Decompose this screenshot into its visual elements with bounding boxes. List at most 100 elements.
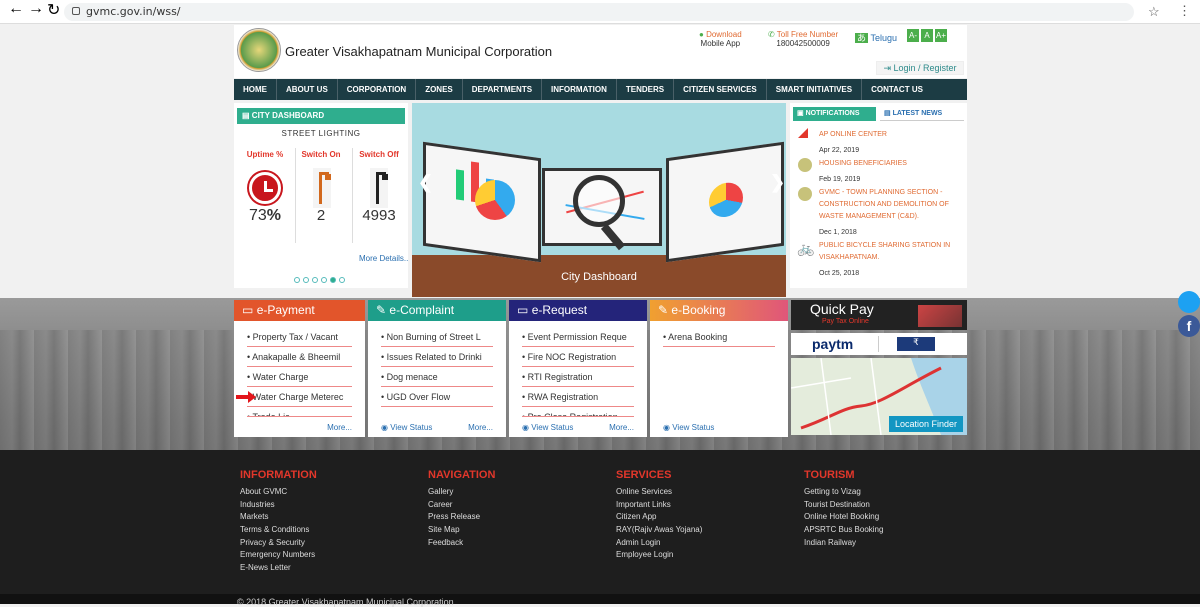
list-item[interactable]: Trade Lic — [247, 407, 352, 417]
facebook-icon[interactable]: f — [1178, 315, 1200, 337]
list-item[interactable]: Water Charge — [247, 367, 352, 387]
footer-link[interactable]: Important Links — [616, 500, 702, 513]
menu-tenders[interactable]: TENDERS — [617, 79, 675, 100]
list-item[interactable]: Pre Close Registration — [522, 407, 634, 417]
footer-link[interactable]: Career — [428, 500, 495, 513]
gvmc-icon — [798, 187, 812, 201]
download-app-link[interactable]: ● Download Mobile App — [699, 30, 742, 48]
font-decrease-button[interactable]: A- — [907, 29, 919, 42]
menu-contact-us[interactable]: CONTACT US — [862, 79, 932, 100]
view-status-label: View Status — [672, 423, 715, 432]
carousel-dot-6[interactable] — [339, 277, 345, 283]
font-normal-button[interactable]: A — [921, 29, 933, 42]
footer-link[interactable]: Getting to Vizag — [804, 487, 883, 500]
menu-zones[interactable]: ZONES — [416, 79, 463, 100]
list-item[interactable]: Arena Booking — [663, 327, 775, 347]
menu-departments[interactable]: DEPARTMENTS — [463, 79, 543, 100]
list-item[interactable]: Fire NOC Registration — [522, 347, 634, 367]
url-text[interactable]: gvmc.gov.in/wss/ — [86, 5, 181, 18]
footer-link[interactable]: Admin Login — [616, 538, 702, 551]
list-item[interactable]: UGD Over Flow — [381, 387, 493, 407]
view-status-label: View Status — [531, 423, 574, 432]
menu-smart-initiatives[interactable]: SMART INITIATIVES — [767, 79, 863, 100]
footer-tourism: TOURISM Getting to Vizag Tourist Destina… — [804, 469, 883, 550]
footer-link[interactable]: RAY(Rajiv Awas Yojana) — [616, 525, 702, 538]
footer-link[interactable]: Press Release — [428, 512, 495, 525]
street-light-off-icon — [370, 168, 388, 208]
footer-link[interactable]: Citizen App — [616, 512, 702, 525]
toll-number: 180042500009 — [776, 39, 830, 48]
star-icon[interactable]: ☆ — [1148, 4, 1160, 20]
tab-notifications[interactable]: ▣ NOTIFICATIONS — [793, 107, 876, 121]
carousel-dot-1[interactable] — [294, 277, 300, 283]
more-link[interactable]: More... — [468, 423, 493, 432]
footer-link[interactable]: Site Map — [428, 525, 495, 538]
more-link[interactable]: More... — [327, 423, 352, 432]
erequest-header[interactable]: ▭ e-Request — [509, 300, 647, 321]
credit-card-icon: ▭ — [242, 303, 254, 317]
list-item[interactable]: Issues Related to Drinki — [381, 347, 493, 367]
footer-link[interactable]: Employee Login — [616, 550, 702, 563]
footer-heading: SERVICES — [616, 469, 672, 481]
footer-link[interactable]: E-News Letter — [240, 563, 317, 576]
footer-link[interactable]: Markets — [240, 512, 317, 525]
more-link[interactable]: More... — [609, 423, 634, 432]
footer-link[interactable]: Tourist Destination — [804, 500, 883, 513]
view-status-link[interactable]: ◉ View Status — [522, 423, 573, 432]
ebooking-card: ✎ e-Booking Arena Booking ◉ View Status — [650, 300, 788, 437]
menu-kebab-icon[interactable]: ⋮ — [1178, 3, 1191, 19]
list-item[interactable]: Property Tax / Vacant — [247, 327, 352, 347]
language-toggle[interactable]: あ Telugu — [855, 31, 897, 44]
footer-link[interactable]: Feedback — [428, 538, 495, 551]
view-status-link[interactable]: ◉ View Status — [381, 423, 432, 432]
twitter-icon[interactable] — [1178, 291, 1200, 313]
footer-link[interactable]: About GVMC — [240, 487, 317, 500]
list-item[interactable]: Event Permission Reque — [522, 327, 634, 347]
list-item[interactable]: Non Burning of Street L — [381, 327, 493, 347]
list-item[interactable]: Dog menace — [381, 367, 493, 387]
footer-link[interactable]: Online Services — [616, 487, 702, 500]
carousel-dot-3[interactable] — [312, 277, 318, 283]
font-increase-button[interactable]: A+ — [935, 29, 947, 42]
carousel-dot-2[interactable] — [303, 277, 309, 283]
gvmc-logo[interactable] — [237, 28, 281, 72]
list-item[interactable]: Anakapalle & Bheemil — [247, 347, 352, 367]
location-finder-button[interactable]: Location Finder — [889, 416, 963, 432]
menu-information[interactable]: INFORMATION — [542, 79, 617, 100]
footer-link[interactable]: Privacy & Security — [240, 538, 317, 551]
ecomplaint-header[interactable]: ✎ e-Complaint — [368, 300, 506, 321]
epayment-header[interactable]: ▭ e-Payment — [234, 300, 365, 321]
notification-title[interactable]: HOUSING BENEFICIARIES — [819, 158, 959, 170]
list-item[interactable]: RWA Registration — [522, 387, 634, 407]
footer-link[interactable]: Gallery — [428, 487, 495, 500]
reload-icon[interactable]: ↻ — [47, 0, 60, 20]
carousel-next-icon[interactable]: ❯ — [770, 172, 785, 193]
carousel-dot-5[interactable] — [330, 277, 336, 283]
ebooking-header[interactable]: ✎ e-Booking — [650, 300, 788, 321]
menu-about-us[interactable]: ABOUT US — [277, 79, 338, 100]
footer-heading: INFORMATION — [240, 469, 317, 481]
footer-link[interactable]: APSRTC Bus Booking — [804, 525, 883, 538]
login-register-button[interactable]: ⇥ Login / Register — [876, 61, 964, 75]
notification-title[interactable]: GVMC - TOWN PLANNING SECTION - CONSTRUCT… — [819, 187, 959, 223]
notification-title[interactable]: AP ONLINE CENTER — [819, 129, 959, 141]
tab-latest-news[interactable]: ▤ LATEST NEWS — [880, 107, 964, 121]
list-item[interactable]: RTI Registration — [522, 367, 634, 387]
menu-citizen-services[interactable]: CITIZEN SERVICES — [674, 79, 767, 100]
more-details-link[interactable]: More Details.. — [359, 254, 408, 263]
footer-link[interactable]: Terms & Conditions — [240, 525, 317, 538]
address-bar[interactable] — [64, 3, 1134, 21]
footer-link[interactable]: Indian Railway — [804, 538, 883, 551]
footer-link[interactable]: Industries — [240, 500, 317, 513]
menu-corporation[interactable]: CORPORATION — [338, 79, 417, 100]
menu-home[interactable]: HOME — [234, 79, 277, 100]
list-item[interactable]: Water Charge Meterec — [247, 387, 352, 407]
forward-icon[interactable]: → — [28, 0, 44, 18]
carousel-prev-icon[interactable]: ❮ — [418, 172, 433, 193]
carousel-dot-4[interactable] — [321, 277, 327, 283]
footer-link[interactable]: Online Hotel Booking — [804, 512, 883, 525]
view-status-link[interactable]: ◉ View Status — [663, 423, 714, 432]
footer-link[interactable]: Emergency Numbers — [240, 550, 317, 563]
back-icon[interactable]: ← — [8, 0, 24, 18]
notification-title[interactable]: PUBLIC BICYCLE SHARING STATION IN VISAKH… — [819, 240, 959, 264]
